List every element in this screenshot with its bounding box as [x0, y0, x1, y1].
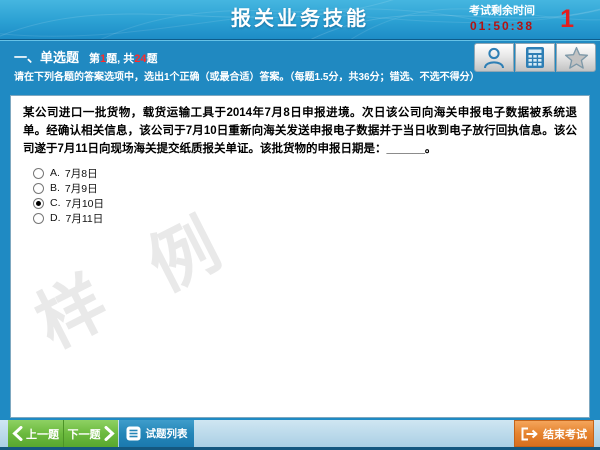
- option-label: D.: [50, 212, 61, 224]
- calculator-button[interactable]: [515, 43, 555, 72]
- timer-value: 01:50:38: [456, 19, 548, 34]
- chevron-left-icon: [12, 426, 23, 441]
- user-info-button[interactable]: [474, 43, 514, 72]
- end-exam-button[interactable]: 结束考试: [514, 420, 594, 447]
- next-question-button[interactable]: 下一题: [63, 420, 118, 447]
- previous-question-button[interactable]: 上一题: [8, 420, 63, 447]
- option-b[interactable]: B. 7月9日: [33, 181, 589, 195]
- question-list-label: 试题列表: [146, 426, 188, 441]
- previous-question-label: 上一题: [26, 426, 59, 442]
- timer-label: 考试剩余时间: [456, 4, 548, 19]
- header: 报关业务技能 考试剩余时间 01:50:38 1: [0, 0, 600, 40]
- radio-option-c[interactable]: [33, 198, 44, 209]
- section-title: 一、单选题: [14, 50, 79, 65]
- option-c[interactable]: C. 7月10日: [33, 196, 589, 210]
- option-text: 7月9日: [65, 181, 98, 196]
- option-text: 7月8日: [65, 166, 98, 181]
- question-panel: 某公司进口一批货物，载货运输工具于2014年7月8日申报进境。次日该公司向海关申…: [10, 95, 590, 418]
- option-text: 7月10日: [66, 196, 105, 211]
- option-d[interactable]: D. 7月11日: [33, 211, 589, 225]
- option-label: C.: [50, 197, 61, 209]
- option-text: 7月11日: [66, 211, 104, 226]
- question-progress: 第1题, 共24题: [89, 53, 158, 65]
- user-icon: [482, 46, 506, 69]
- section-heading: 一、单选题第1题, 共24题: [14, 47, 158, 67]
- favorite-button[interactable]: [556, 43, 596, 72]
- option-label: A.: [50, 167, 60, 179]
- radio-option-a[interactable]: [33, 168, 44, 179]
- end-exam-label: 结束考试: [543, 426, 587, 442]
- toolbar: [473, 43, 596, 72]
- list-icon: [126, 426, 141, 441]
- next-question-label: 下一题: [68, 426, 101, 442]
- progress-mid: 题, 共: [106, 53, 134, 65]
- star-icon: [564, 46, 589, 70]
- exam-window: 报关业务技能 考试剩余时间 01:50:38 1 一、单选题第1题, 共24题 …: [0, 0, 600, 450]
- question-number-badge: 1: [560, 5, 574, 33]
- option-label: B.: [50, 182, 60, 194]
- progress-suffix: 题: [147, 53, 158, 65]
- footer-bar: 上一题 下一题 试题列表: [0, 420, 600, 447]
- exam-timer: 考试剩余时间 01:50:38: [456, 4, 548, 34]
- exit-icon: [521, 427, 538, 441]
- radio-option-b[interactable]: [33, 183, 44, 194]
- section-bar: 一、单选题第1题, 共24题 请在下列各题的答案选项中，选出1个正确（或最合适）…: [0, 40, 600, 90]
- radio-option-d[interactable]: [33, 213, 44, 224]
- chevron-right-icon: [104, 426, 115, 441]
- total-question-number: 24: [134, 53, 146, 65]
- section-instruction: 请在下列各题的答案选项中，选出1个正确（或最合适）答案。（每题1.5分，共36分…: [14, 68, 460, 83]
- progress-prefix: 第: [89, 53, 100, 65]
- calculator-icon: [525, 46, 545, 69]
- options-list: A. 7月8日 B. 7月9日 C. 7月10日 D. 7月11日: [33, 166, 589, 225]
- option-a[interactable]: A. 7月8日: [33, 166, 589, 180]
- question-text: 某公司进口一批货物，载货运输工具于2014年7月8日申报进境。次日该公司向海关申…: [23, 104, 577, 158]
- question-list-tab[interactable]: 试题列表: [119, 420, 194, 447]
